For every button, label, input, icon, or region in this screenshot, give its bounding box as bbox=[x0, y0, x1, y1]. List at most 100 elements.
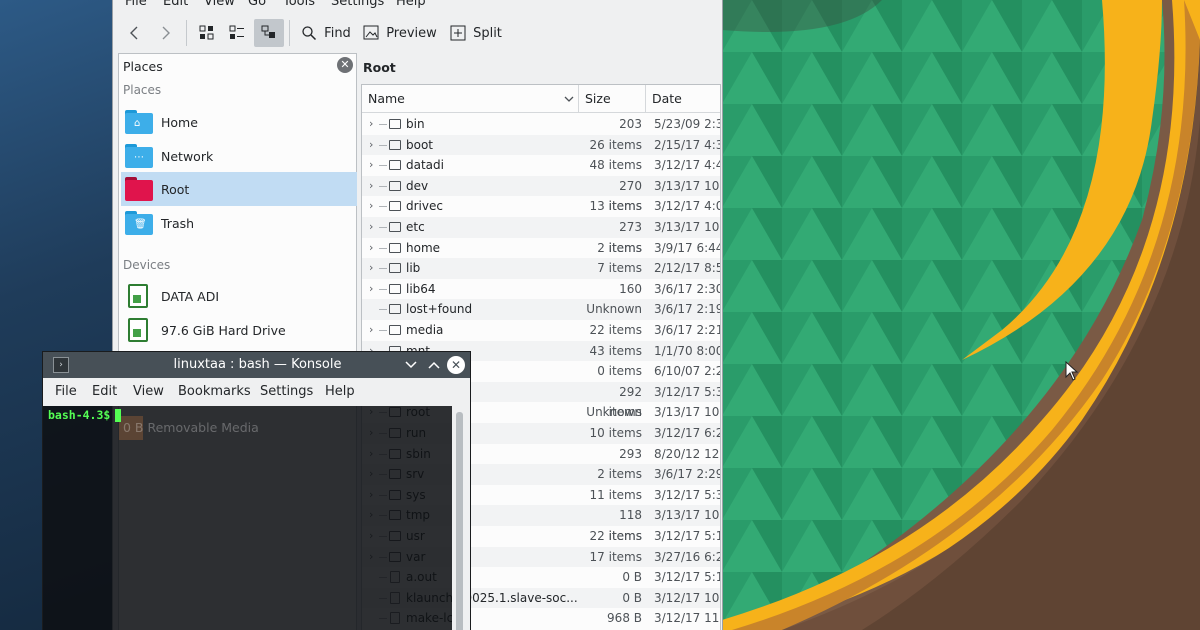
konsole-menu-bookmarks[interactable]: Bookmarks bbox=[178, 384, 251, 399]
icons-view-icon bbox=[199, 25, 214, 40]
file-name: bin bbox=[406, 117, 425, 131]
file-row[interactable]: › drivec 13 items 3/12/17 4:09 bbox=[362, 196, 720, 217]
places-panel-title: Places bbox=[123, 59, 163, 74]
close-button[interactable]: ✕ bbox=[447, 356, 465, 374]
konsole-menu-file[interactable]: File bbox=[55, 384, 77, 399]
expand-chevron-icon[interactable]: › bbox=[369, 320, 379, 341]
konsole-menu-edit[interactable]: Edit bbox=[92, 384, 117, 399]
device-item-hard-drive[interactable]: 97.6 GiB Hard Drive bbox=[121, 313, 357, 347]
file-date: 3/13/17 10:4 bbox=[654, 508, 720, 523]
minimize-button[interactable] bbox=[402, 356, 420, 374]
file-row[interactable]: lost+found Unknown 3/6/17 2:19 P bbox=[362, 299, 721, 320]
place-item-home[interactable]: ⌂ Home bbox=[121, 105, 357, 139]
maximize-button[interactable] bbox=[425, 356, 443, 374]
icons-view-button[interactable] bbox=[193, 19, 221, 47]
file-date: 3/9/17 6:44 P bbox=[654, 240, 721, 255]
expand-chevron-icon[interactable]: › bbox=[369, 114, 379, 135]
menu-settings[interactable]: Settings bbox=[331, 0, 384, 9]
file-date: 3/12/17 5:14 bbox=[654, 529, 720, 543]
file-date: 3/13/17 10:4 bbox=[654, 405, 720, 420]
folder-icon bbox=[389, 119, 401, 129]
file-row[interactable]: › home 2 items 3/9/17 6:44 P bbox=[362, 238, 721, 259]
back-button[interactable] bbox=[123, 19, 145, 47]
expand-chevron-icon[interactable]: › bbox=[369, 279, 379, 300]
forward-button[interactable] bbox=[155, 19, 177, 47]
split-button[interactable]: Split bbox=[449, 19, 503, 47]
preview-button[interactable]: Preview bbox=[363, 19, 437, 47]
file-row[interactable]: › lib 7 items 2/12/17 8:53 bbox=[362, 258, 720, 279]
menu-go[interactable]: Go bbox=[248, 0, 266, 9]
dolphin-toolbar: Find Preview Split bbox=[113, 16, 722, 50]
device-item-label: 97.6 GiB Hard Drive bbox=[161, 322, 286, 338]
expand-chevron-icon[interactable]: › bbox=[369, 217, 379, 238]
file-row[interactable]: › datadi 48 items 3/12/17 4:47 bbox=[362, 155, 720, 176]
konsole-menu-view[interactable]: View bbox=[133, 384, 164, 399]
tree-line bbox=[379, 309, 387, 311]
menu-tools[interactable]: Tools bbox=[283, 0, 315, 9]
tree-line bbox=[379, 268, 387, 270]
place-item-label: Root bbox=[161, 181, 190, 197]
column-header-date[interactable]: Date bbox=[646, 85, 720, 113]
folder-icon bbox=[389, 283, 401, 294]
konsole-titlebar[interactable]: › linuxtaa : bash — Konsole ✕ bbox=[43, 352, 470, 378]
file-row[interactable]: › media 22 items 3/6/17 2:21 P bbox=[362, 320, 720, 341]
place-item-root[interactable]: Root bbox=[121, 172, 357, 206]
konsole-window: 0 B Removable Media › linuxtaa : bash — … bbox=[42, 351, 471, 630]
file-date: 3/12/17 4:09 bbox=[654, 199, 720, 214]
konsole-menu-help[interactable]: Help bbox=[325, 384, 355, 399]
menu-edit[interactable]: Edit bbox=[163, 0, 188, 9]
compact-view-button[interactable] bbox=[223, 19, 251, 47]
place-item-network[interactable]: ⋯ Network bbox=[121, 139, 357, 173]
file-date: 3/12/17 10:4 bbox=[654, 590, 720, 605]
file-row[interactable]: ›lib64160 items3/6/17 2:30 P bbox=[362, 279, 720, 317]
chevron-up-icon bbox=[428, 361, 440, 369]
root-folder-icon bbox=[125, 177, 153, 201]
split-label: Split bbox=[473, 25, 502, 41]
menu-view[interactable]: View bbox=[204, 0, 235, 9]
drive-icon bbox=[125, 284, 153, 308]
file-date: 3/12/17 4:47 bbox=[654, 158, 720, 173]
expand-chevron-icon[interactable]: › bbox=[369, 135, 379, 156]
expand-chevron-icon[interactable]: › bbox=[369, 238, 379, 259]
konsole-menu-settings[interactable]: Settings bbox=[260, 384, 313, 399]
file-row[interactable]: › boot 26 items 2/15/17 4:38 bbox=[362, 134, 720, 156]
scrollbar-thumb[interactable] bbox=[456, 412, 463, 630]
file-name: lib bbox=[406, 261, 421, 276]
file-row[interactable]: ›bin203 items5/23/09 2:39 bbox=[362, 114, 720, 152]
drive-icon bbox=[125, 318, 153, 342]
file-size: 22 items bbox=[589, 323, 642, 337]
place-item-trash[interactable]: 🗑 Trash bbox=[121, 206, 357, 240]
file-row[interactable]: ›dev270 items3/13/17 10:4 bbox=[362, 175, 720, 213]
file-name: boot bbox=[406, 137, 434, 152]
column-header-size[interactable]: Size bbox=[579, 85, 646, 113]
details-view-button[interactable] bbox=[254, 19, 284, 47]
device-item-data-adi[interactable]: DATA ADI bbox=[121, 279, 357, 313]
search-icon bbox=[302, 26, 317, 41]
file-size: 968 B bbox=[607, 611, 642, 626]
file-date: 2/15/17 4:38 bbox=[654, 137, 720, 152]
terminal-area[interactable]: bash-4.3$ bbox=[46, 406, 450, 630]
find-button[interactable]: Find bbox=[297, 19, 355, 47]
file-name: etc bbox=[406, 220, 425, 234]
tree-line bbox=[379, 247, 387, 249]
chevron-left-icon bbox=[130, 26, 138, 40]
close-panel-button[interactable]: ✕ bbox=[337, 57, 353, 73]
split-icon bbox=[450, 25, 466, 41]
file-name: drivec bbox=[406, 199, 443, 214]
file-date: 6/10/07 2:23 bbox=[654, 364, 720, 379]
tree-line bbox=[379, 288, 387, 290]
compact-view-icon bbox=[229, 25, 244, 39]
expand-chevron-icon[interactable]: › bbox=[369, 196, 379, 217]
column-header-name[interactable]: Name bbox=[362, 85, 579, 113]
file-size: 0 B bbox=[622, 570, 642, 585]
expand-chevron-icon[interactable]: › bbox=[369, 258, 379, 279]
expand-chevron-icon[interactable]: › bbox=[369, 155, 379, 176]
menu-help[interactable]: Help bbox=[396, 0, 426, 9]
home-folder-icon: ⌂ bbox=[125, 110, 153, 134]
file-row[interactable]: ›etc273 items3/13/17 10:4 bbox=[362, 217, 720, 255]
file-size: Unknown bbox=[586, 405, 642, 420]
menu-file[interactable]: File bbox=[125, 0, 147, 9]
file-date: 3/6/17 2:19 P bbox=[654, 302, 721, 317]
expand-chevron-icon[interactable]: › bbox=[369, 176, 379, 197]
terminal-scrollbar[interactable] bbox=[452, 406, 470, 630]
